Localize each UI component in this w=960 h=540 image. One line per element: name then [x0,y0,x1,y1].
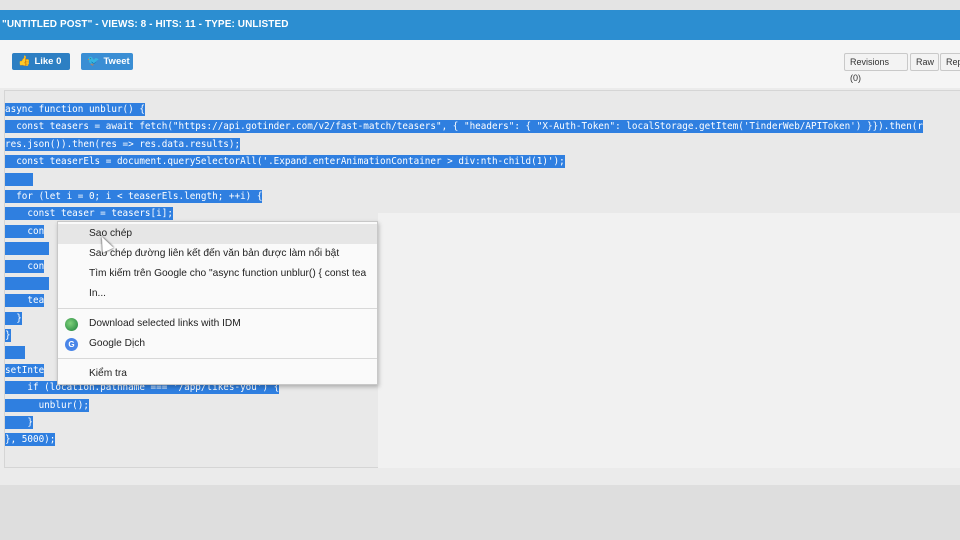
like-label: Like 0 [34,56,62,67]
twitter-bird-icon: 🐦 [87,56,100,67]
menu-item-print[interactable]: In... [58,284,377,304]
raw-button[interactable]: Raw [910,53,939,71]
revisions-button[interactable]: Revisions (0) [844,53,908,83]
menu-item-translate[interactable]: G Google Dịch [58,334,377,354]
thumbs-up-icon: 👍 [18,56,31,67]
toolbar: 👍 Like 0 🐦 Tweet Revisions (0) Raw Rep [0,40,960,88]
code-line: const teaserEls = document.querySelector… [5,155,565,169]
report-button[interactable]: Rep [940,53,960,71]
code-line: for (let i = 0; i < teaserEls.length; ++… [5,189,263,203]
tweet-label: Tweet [103,56,130,67]
page-title: "UNTITLED POST" - VIEWS: 8 - HITS: 11 - … [0,10,960,40]
footer-bar [0,485,960,540]
menu-item-idm-label: Download selected links with IDM [89,318,241,329]
overlay-panel [378,213,960,468]
tweet-button[interactable]: 🐦 Tweet [81,53,133,70]
facebook-like-button[interactable]: 👍 Like 0 [12,53,70,70]
top-strip [0,0,960,10]
code-line: async function unblur() { [5,103,145,116]
menu-separator [58,308,377,309]
menu-separator [58,358,377,359]
menu-item-translate-label: Google Dịch [89,338,146,349]
menu-item-idm[interactable]: Download selected links with IDM [58,314,377,334]
code-line [5,171,923,188]
menu-item-inspect[interactable]: Kiểm tra [58,364,377,384]
code-line: res.json()).then(res => res.data.results… [5,137,241,151]
google-translate-icon: G [65,338,78,351]
idm-icon [65,318,78,331]
menu-item-search-google[interactable]: Tìm kiếm trên Google cho "async function… [58,264,377,284]
code-line: const teasers = await fetch("https://api… [5,120,923,134]
